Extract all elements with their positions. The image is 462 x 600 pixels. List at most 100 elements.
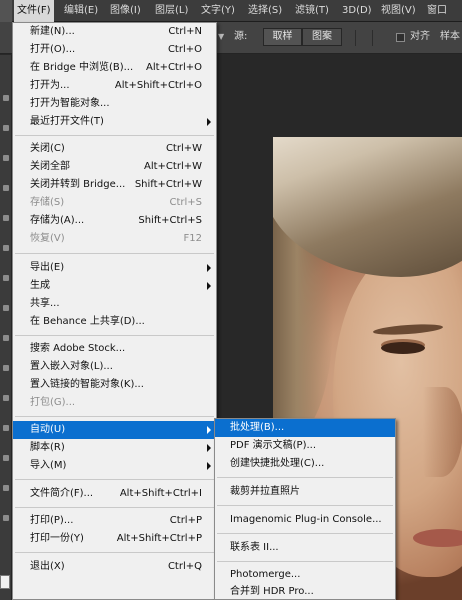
menu-item-label: 置入链接的智能对象(K)... [30,379,144,390]
submenu-arrow-icon [207,462,211,470]
zoom-tool-icon[interactable] [3,515,9,521]
menu-edit[interactable]: 编辑(E) [61,0,101,22]
sampled-button[interactable]: 取样 [263,28,302,46]
menu-item-generate[interactable]: 生成 [13,277,216,295]
menu-item-close-go-bridge[interactable]: 关闭并转到 Bridge... Shift+Ctrl+W [13,176,216,194]
menu-item-save-as[interactable]: 存储为(A)... Shift+Ctrl+S [13,212,216,230]
menu-item-search-stock[interactable]: 搜索 Adobe Stock... [13,340,216,358]
menu-item-print-one-copy[interactable]: 打印一份(Y) Alt+Shift+Ctrl+P [13,530,216,548]
submenu-item-imagenomic[interactable]: Imagenomic Plug-in Console... [215,511,395,529]
healing-tool-icon[interactable] [3,245,9,251]
menu-item-shortcut: Alt+Shift+Ctrl+I [119,488,202,499]
menu-item-shortcut: Ctrl+N [168,26,202,37]
menu-item-shortcut: Alt+Shift+Ctrl+P [116,533,202,544]
menu-type[interactable]: 文字(Y) [198,0,238,22]
menu-separator [15,253,214,254]
submenu-item-label: 批处理(B)... [230,422,285,433]
menu-item-share-behance[interactable]: 在 Behance 上共享(D)... [13,313,216,331]
submenu-item-contact-sheet[interactable]: 联系表 II... [215,539,395,557]
tools-panel [0,55,12,600]
pen-tool-icon[interactable] [3,425,9,431]
menu-item-label: 共享... [30,298,60,309]
crop-tool-icon[interactable] [3,185,9,191]
menu-separator [15,416,214,417]
menu-item-file-info[interactable]: 文件简介(F)... Alt+Shift+Ctrl+I [13,485,216,503]
menu-item-label: 生成 [30,280,50,291]
menu-3d[interactable]: 3D(D) [339,0,375,22]
pattern-button[interactable]: 图案 [302,28,342,46]
marquee-tool-icon[interactable] [3,125,9,131]
menu-item-share[interactable]: 共享... [13,295,216,313]
menu-separator [217,533,393,534]
menu-item-scripts[interactable]: 脚本(R) [13,439,216,457]
menu-item-shortcut: Alt+Ctrl+O [146,62,202,73]
brush-tool-icon[interactable] [3,275,9,281]
menu-item-close-all[interactable]: 关闭全部 Alt+Ctrl+W [13,158,216,176]
type-tool-icon[interactable] [3,455,9,461]
photo-eye [381,342,425,354]
menu-window[interactable]: 窗口 [424,0,450,22]
menu-item-label: 打印一份(Y) [30,533,84,544]
menu-item-browse-bridge[interactable]: 在 Bridge 中浏览(B)... Alt+Ctrl+O [13,59,216,77]
lasso-tool-icon[interactable] [3,155,9,161]
menu-item-place-linked[interactable]: 置入链接的智能对象(K)... [13,376,216,394]
menu-filter[interactable]: 滤镜(T) [292,0,332,22]
background-color-swatch[interactable] [0,575,10,589]
menu-item-shortcut: F12 [183,233,202,244]
menu-item-label: 关闭并转到 Bridge... [30,179,126,190]
menu-item-import[interactable]: 导入(M) [13,457,216,475]
menu-item-open-as[interactable]: 打开为... Alt+Shift+Ctrl+O [13,77,216,95]
aligned-checkbox[interactable] [396,33,405,42]
submenu-item-label: Photomerge... [230,569,301,580]
menu-item-label: 关闭(C) [30,143,65,154]
menu-item-automate[interactable]: 自动(U) [13,421,216,439]
menu-item-open-smart-object[interactable]: 打开为智能对象... [13,95,216,113]
submenu-item-label: 合并到 HDR Pro... [230,586,314,597]
stamp-tool-icon[interactable] [3,305,9,311]
menu-item-new[interactable]: 新建(N)... Ctrl+N [13,23,216,41]
menu-item-recent-files[interactable]: 最近打开文件(T) [13,113,216,131]
menu-view[interactable]: 视图(V) [378,0,419,22]
menu-item-export[interactable]: 导出(E) [13,259,216,277]
menu-item-label: 置入嵌入对象(L)... [30,361,113,372]
menu-item-save: 存储(S) Ctrl+S [13,194,216,212]
menu-item-close[interactable]: 关闭(C) Ctrl+W [13,140,216,158]
submenu-arrow-icon [207,118,211,126]
submenu-item-batch[interactable]: 批处理(B)... [215,419,395,437]
divider [372,30,373,46]
menu-file[interactable]: 文件(F) [14,0,54,22]
menu-separator [217,477,393,478]
submenu-item-photomerge[interactable]: Photomerge... [215,566,395,584]
divider [355,30,356,46]
menu-select[interactable]: 选择(S) [245,0,285,22]
menu-item-label: 导出(E) [30,262,65,273]
move-tool-icon[interactable] [3,95,9,101]
menu-item-label: 存储(S) [30,197,65,208]
gradient-tool-icon[interactable] [3,395,9,401]
menu-item-print[interactable]: 打印(P)... Ctrl+P [13,512,216,530]
menu-separator [15,507,214,508]
eyedropper-tool-icon[interactable] [3,215,9,221]
eraser-tool-icon[interactable] [3,365,9,371]
menu-item-place-embedded[interactable]: 置入嵌入对象(L)... [13,358,216,376]
menu-layer[interactable]: 图层(L) [152,0,191,22]
hand-tool-icon[interactable] [3,485,9,491]
submenu-item-merge-hdr[interactable]: 合并到 HDR Pro... [215,583,395,600]
menu-item-exit[interactable]: 退出(X) Ctrl+Q [13,558,216,576]
menu-item-label: 在 Behance 上共享(D)... [30,316,145,327]
menu-item-label: 打开(O)... [30,44,76,55]
menu-item-label: 关闭全部 [30,161,70,172]
history-brush-icon[interactable] [3,335,9,341]
sample-label: 样本 [440,31,460,42]
menu-item-label: 文件简介(F)... [30,488,94,499]
submenu-item-create-droplet[interactable]: 创建快捷批处理(C)... [215,455,395,473]
submenu-arrow-icon [207,426,211,434]
photo-nose [423,387,462,477]
submenu-item-crop-straighten[interactable]: 裁剪并拉直照片 [215,483,395,501]
menu-separator [217,505,393,506]
chevron-down-icon[interactable]: ▼ [218,30,228,44]
submenu-item-pdf-presentation[interactable]: PDF 演示文稿(P)... [215,437,395,455]
menu-image[interactable]: 图像(I) [107,0,144,22]
menu-item-open[interactable]: 打开(O)... Ctrl+O [13,41,216,59]
menu-item-label: 自动(U) [30,424,66,435]
